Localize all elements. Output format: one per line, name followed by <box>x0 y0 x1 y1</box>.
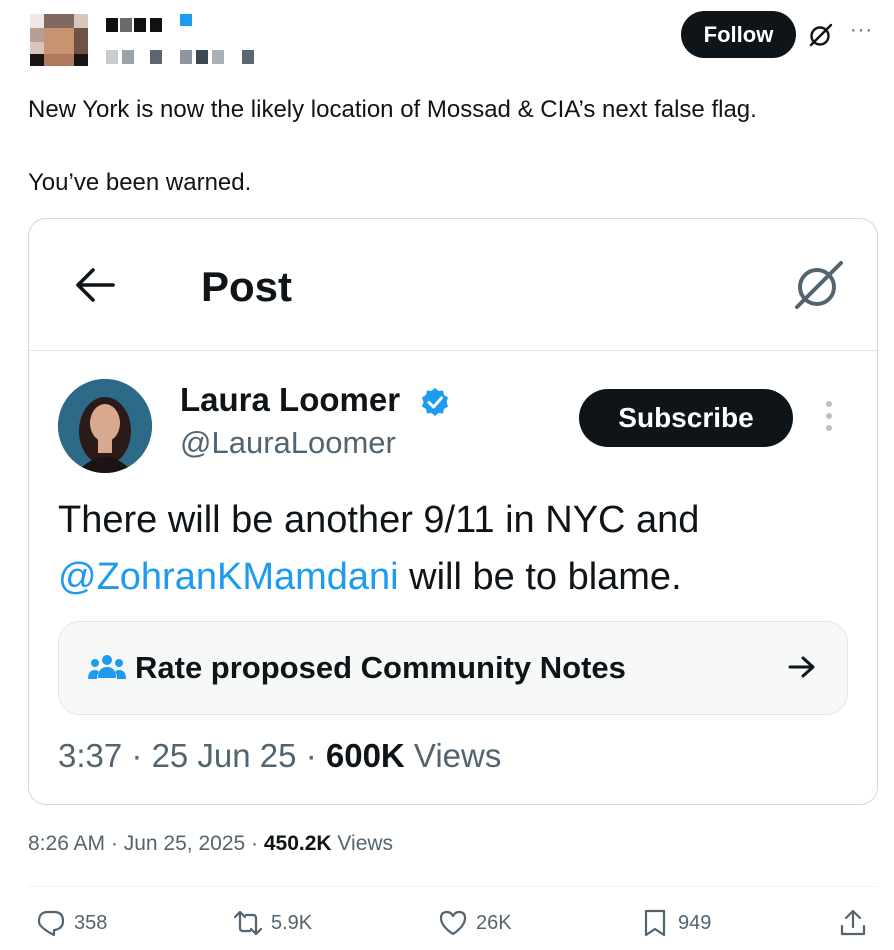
embedded-author-handle: @LauraLoomer <box>180 425 396 460</box>
views-label: Views <box>337 832 394 855</box>
grok-icon[interactable] <box>808 22 834 48</box>
share-button[interactable] <box>838 906 876 940</box>
embedded-text-line-1: There will be another 9/11 in NYC and <box>58 499 700 541</box>
embedded-avatar <box>58 379 152 473</box>
like-button[interactable]: 26K <box>438 906 512 940</box>
avatar[interactable] <box>30 14 88 66</box>
author-handle[interactable] <box>106 50 256 64</box>
separator: · <box>122 737 152 774</box>
embedded-title: Post <box>201 263 293 310</box>
separator: · <box>296 737 326 774</box>
mention-link: @ZohranKMamdani <box>58 556 399 598</box>
embedded-time: 3:37 <box>58 737 123 774</box>
embedded-header: Post <box>29 219 877 351</box>
tweet-meta: 8:26 AM · Jun 25, 2025 · 450.2K Views <box>28 832 393 856</box>
kebab-icon <box>823 401 835 437</box>
reply-icon <box>37 910 65 937</box>
grok-icon <box>795 261 843 309</box>
embedded-views-label: Views <box>413 737 502 774</box>
embedded-views-count: 600K <box>325 737 405 774</box>
reply-button[interactable]: 358 <box>36 906 107 940</box>
reply-count: 358 <box>74 911 108 934</box>
like-icon <box>439 910 467 936</box>
community-notes-label: Rate proposed Community Notes <box>135 650 626 685</box>
separator: · <box>245 832 264 855</box>
embedded-text-rest: will be to blame. <box>398 556 682 598</box>
views-count: 450.2K <box>263 832 332 855</box>
tweet-text-line-1: New York is now the likely location of M… <box>28 96 757 123</box>
community-notes-button: Rate proposed Community Notes <box>58 621 848 715</box>
embedded-author-name: Laura Loomer <box>180 381 401 418</box>
tweet-time[interactable]: 8:26 AM <box>28 832 105 855</box>
divider <box>28 886 878 887</box>
embedded-date: 25 Jun 25 <box>151 737 297 774</box>
embedded-meta: 3:37 · 25 Jun 25 · 600K Views <box>58 737 501 775</box>
tweet-date[interactable]: Jun 25, 2025 <box>124 832 245 855</box>
like-count: 26K <box>476 911 512 934</box>
arrow-right-icon <box>788 656 815 678</box>
separator: · <box>105 832 124 855</box>
subscribe-button: Subscribe <box>579 389 793 447</box>
repost-count: 5.9K <box>271 911 313 934</box>
bookmark-count: 949 <box>678 911 712 934</box>
embedded-image[interactable]: Post Laura Loomer @LauraLoomer Subscribe… <box>28 218 878 805</box>
more-icon[interactable]: ··· <box>850 20 873 40</box>
community-notes-icon <box>88 655 126 679</box>
follow-button[interactable]: Follow <box>681 11 796 58</box>
embedded-text-line-2: @ZohranKMamdani will be to blame. <box>58 554 682 600</box>
verified-badge-icon <box>422 388 448 416</box>
bookmark-button[interactable]: 949 <box>640 906 711 940</box>
repost-button[interactable]: 5.9K <box>233 906 312 940</box>
bookmark-icon <box>644 909 666 937</box>
repost-icon <box>233 910 263 936</box>
back-arrow-icon <box>76 268 115 302</box>
verified-badge-icon <box>180 14 192 26</box>
share-icon <box>840 909 866 936</box>
tweet-text-line-2: You’ve been warned. <box>28 169 252 196</box>
author-name[interactable] <box>106 18 166 32</box>
